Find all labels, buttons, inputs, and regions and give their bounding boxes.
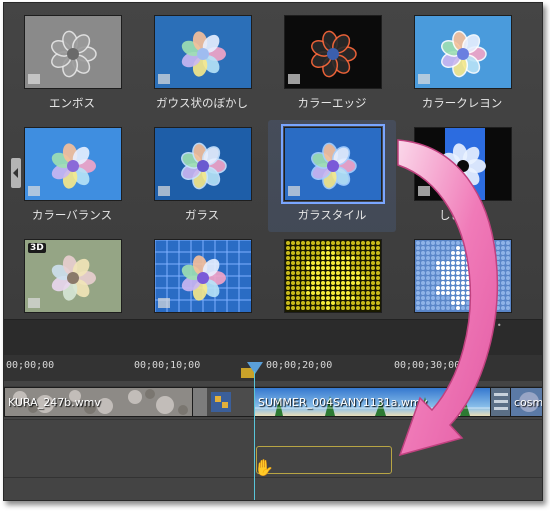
effect-label: カラーエッジ [297, 96, 367, 110]
effect-thumbnail [284, 239, 382, 313]
video-editor-window: エンボス ガウス状のぼかし カラーエッジ カラークレヨン カラーバランス ガラス… [3, 2, 543, 501]
transition-thumbnail [491, 388, 511, 416]
effect-thumbnail [414, 239, 512, 313]
playhead-line [254, 371, 255, 500]
ruler-label: 00;00;10;00 [134, 360, 201, 371]
video-track: KURA_247b.wmv SUMMER_004SANY1131a.wmv co… [4, 386, 543, 417]
effect-tile-emboss[interactable]: エンボス [8, 8, 136, 120]
effect-thumbnail [24, 15, 122, 89]
ruler-label: 00;00;30;00 [394, 360, 461, 371]
effect-label: ガラス [184, 208, 220, 222]
effect-label: しきい値 [439, 208, 485, 222]
ruler-label: 00;00;20;00 [266, 360, 333, 371]
panel-divider[interactable] [4, 319, 542, 356]
clip-label: cosm [514, 396, 543, 409]
effect-tile-threshold[interactable]: しきい値 [398, 120, 526, 232]
effect-drop-target[interactable] [256, 446, 392, 474]
transition-clip[interactable] [192, 387, 256, 417]
clip-label: KURA_247b.wmv [8, 396, 101, 409]
effect-tile-color-balance[interactable]: カラーバランス [8, 120, 136, 232]
effect-thumbnail [414, 127, 512, 201]
effect-thumbnail [414, 15, 512, 89]
effect-thumbnail [154, 127, 252, 201]
effect-thumbnail [281, 124, 385, 204]
effect-thumbnail [154, 15, 252, 89]
effect-label: カラークレヨン [421, 96, 503, 110]
effect-label: ガウス状のぼかし [156, 96, 248, 110]
transition-clip[interactable] [490, 387, 512, 417]
effects-library-panel: エンボス ガウス状のぼかし カラーエッジ カラークレヨン カラーバランス ガラス… [4, 3, 542, 319]
timeline-ruler[interactable]: 00;00;00 00;00;10;00 00;00;20;00 00;00;3… [4, 355, 542, 381]
transition-thumbnail [193, 388, 255, 416]
playhead-handle[interactable] [247, 362, 263, 374]
effect-tile-glass[interactable]: ガラス [138, 120, 266, 232]
ruler-label: 00;00;00 [6, 360, 55, 371]
effect-thumbnail [284, 15, 382, 89]
clip-label: SUMMER_004SANY1131a.wmv [258, 396, 428, 409]
video-clip[interactable]: KURA_247b.wmv [4, 387, 194, 417]
effect-tile-gaussian-blur[interactable]: ガウス状のぼかし [138, 8, 266, 120]
effect-thumbnail [154, 239, 252, 313]
track-separator [4, 477, 542, 478]
effect-tile-color-crayon[interactable]: カラークレヨン [398, 8, 526, 120]
effect-label: ガラスタイル [297, 208, 367, 222]
hand-cursor-icon: ✋ [254, 458, 274, 477]
video-clip[interactable]: cosm [510, 387, 543, 417]
track-separator [4, 419, 542, 420]
resize-grip-icon[interactable]: ••••• [474, 321, 503, 330]
effect-thumbnail [24, 127, 122, 201]
effect-thumbnail: 3D [24, 239, 122, 313]
effect-tile-color-edge[interactable]: カラーエッジ [268, 8, 396, 120]
effect-label: カラーバランス [31, 208, 113, 222]
effect-tile-glass-tile[interactable]: ガラスタイル [268, 120, 396, 232]
video-clip[interactable]: SUMMER_004SANY1131a.wmv [254, 387, 492, 417]
effect-label: エンボス [49, 96, 95, 110]
3d-badge: 3D [28, 243, 46, 253]
